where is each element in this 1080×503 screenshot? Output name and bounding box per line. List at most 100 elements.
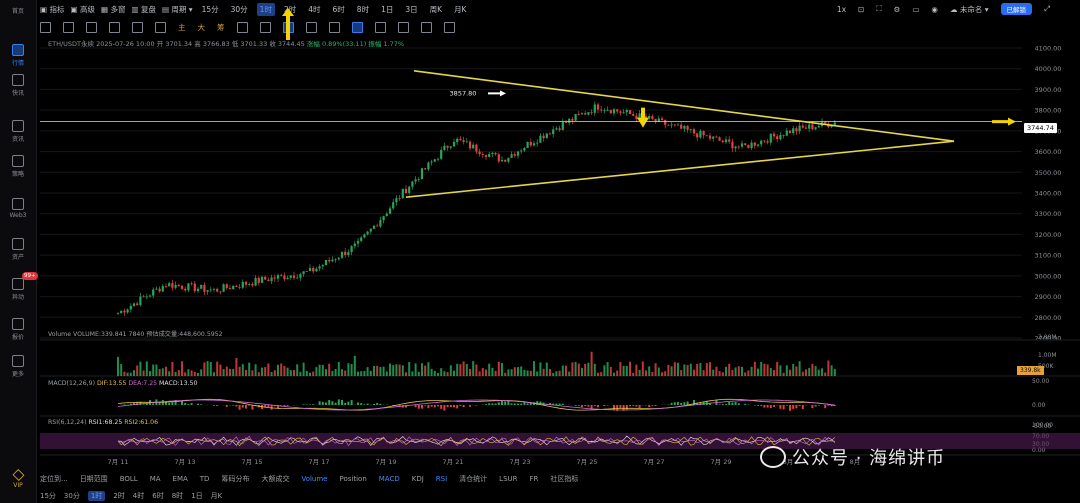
volume-bar [280, 363, 283, 376]
candle-body [142, 296, 145, 298]
up-arrow-icon [282, 8, 294, 40]
candle-body [350, 246, 353, 253]
candle-body [321, 265, 324, 267]
volume-bar [517, 367, 519, 376]
candle-body [596, 104, 600, 110]
ind-lsur[interactable]: LSUR [499, 475, 517, 483]
candle-body [568, 118, 571, 123]
ind-fr[interactable]: FR [530, 475, 539, 483]
candle-body [491, 152, 494, 155]
ind-liquidation[interactable]: 清仓统计 [459, 474, 487, 484]
volume-bar [187, 369, 190, 376]
btf-4h[interactable]: 4时 [133, 491, 144, 501]
btf-1d[interactable]: 1日 [191, 491, 202, 501]
volume-bar [648, 366, 651, 376]
ind-td[interactable]: TD [200, 475, 210, 483]
macd-bar [795, 405, 798, 409]
locate-button[interactable]: 定位到... [40, 474, 68, 484]
ind-volume[interactable]: Volume [301, 475, 327, 483]
macd-bar [449, 405, 452, 408]
macd-bar [453, 405, 455, 408]
price-tick-label: 4000.00 [1035, 65, 1062, 73]
ind-community[interactable]: 社区指标 [550, 474, 578, 484]
btf-6h[interactable]: 6时 [152, 491, 163, 501]
candle-body [526, 141, 529, 149]
btf-2h[interactable]: 2时 [113, 491, 124, 501]
candle-body [766, 141, 769, 143]
candle-body [302, 271, 305, 275]
ind-macd[interactable]: MACD [379, 475, 400, 483]
volume-bar [667, 364, 670, 376]
volume-bar [597, 372, 599, 376]
candle-body [804, 127, 808, 129]
candle-body [536, 142, 539, 144]
volume-bar [449, 365, 452, 376]
macd-bar [341, 400, 343, 405]
volume-bar [309, 372, 311, 376]
volume-bar [213, 372, 215, 376]
candle-body [600, 109, 603, 111]
volume-bar [366, 367, 369, 376]
volume-bar [411, 371, 414, 376]
volume-bar [504, 372, 507, 376]
volume-bar [606, 362, 609, 376]
volume-bar [545, 362, 548, 376]
btf-8h[interactable]: 8时 [172, 491, 183, 501]
macd-bar [654, 405, 657, 406]
ind-rsi[interactable]: RSI [436, 475, 447, 483]
volume-bar [251, 370, 254, 376]
macd-bar [430, 405, 433, 407]
btf-1h[interactable]: 1时 [87, 491, 106, 501]
ind-chips[interactable]: 筹码分布 [221, 474, 249, 484]
candle-body [811, 124, 814, 130]
ind-big-trades[interactable]: 大额成交 [261, 474, 289, 484]
btf-30m[interactable]: 30分 [64, 491, 80, 501]
macd-bar [433, 405, 436, 408]
volume-bar [590, 351, 593, 376]
candle-body [577, 114, 580, 115]
candle-body [145, 296, 148, 298]
macd-dif: DIF:13.55 [96, 380, 127, 387]
volume-bar [219, 364, 222, 376]
volume-bar [478, 371, 481, 376]
volume-bar [817, 369, 820, 376]
candle-body [753, 142, 756, 146]
candle-body [379, 220, 382, 227]
ind-ema[interactable]: EMA [173, 475, 188, 483]
date-range-button[interactable]: 日期范围 [80, 474, 108, 484]
macd-bar [718, 404, 721, 405]
volume-bar [161, 368, 164, 376]
candle-body [152, 289, 155, 296]
candle-body [689, 129, 692, 131]
candle-body [372, 225, 376, 229]
macd-bar [725, 404, 727, 405]
candle-body [116, 313, 120, 315]
x-tick-label: 7月 13 [175, 458, 196, 466]
candle-body [782, 135, 785, 136]
btf-15m[interactable]: 15分 [40, 491, 56, 501]
ind-kdj[interactable]: KDJ [412, 475, 424, 483]
volume-bar [139, 361, 142, 376]
volume-bar [577, 363, 580, 376]
candle-body [216, 288, 219, 292]
volume-bar [357, 371, 359, 376]
btf-1mo[interactable]: 月K [211, 491, 223, 501]
rsi-label: RSI(6,12,24) RSI1:68.25 RSI2:61.06 [48, 419, 158, 426]
ind-position[interactable]: Position [340, 475, 367, 483]
volume-bar [792, 364, 795, 376]
volume-bar [353, 355, 356, 376]
macd-bar [651, 405, 654, 406]
candle-body [244, 281, 248, 285]
candle-body [776, 136, 779, 140]
volume-bar [613, 372, 615, 376]
macd-bar [251, 405, 254, 410]
volume-bar [117, 356, 119, 376]
price-chart[interactable]: 2700.002800.002900.003000.003100.003200.… [0, 0, 1080, 503]
volume-bar [254, 364, 257, 376]
ind-boll[interactable]: BOLL [120, 475, 138, 483]
ind-ma[interactable]: MA [150, 475, 161, 483]
volume-bar [245, 369, 247, 376]
triangle-lower-line [405, 140, 955, 198]
volume-bar [753, 361, 756, 376]
volume-bar [609, 366, 612, 376]
